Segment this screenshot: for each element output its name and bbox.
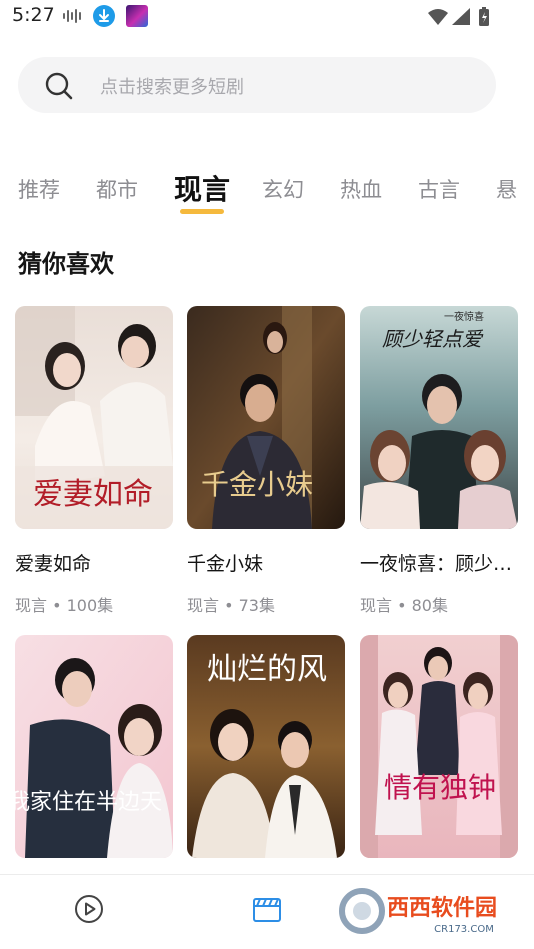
watermark-logo: 西西软件园 CR173.COM [334, 887, 514, 939]
search-bar[interactable]: 点击搜索更多短剧 [18, 57, 496, 113]
battery-icon [479, 7, 489, 26]
drama-meta: 现言 • 100集 [15, 596, 114, 615]
svg-text:CR173.COM: CR173.COM [434, 924, 494, 935]
drama-title[interactable]: 一夜惊喜：顾少轻点爱 [360, 549, 525, 576]
poster-title-text: 千金小妹 [201, 468, 313, 501]
tab-action[interactable]: 热血 [340, 174, 382, 204]
clapperboard-icon[interactable] [252, 897, 282, 927]
poster-title-text: 灿烂的风 [207, 652, 327, 687]
bottom-nav: 西西软件园 CR173.COM [0, 874, 534, 949]
tab-recommend[interactable]: 推荐 [18, 174, 60, 204]
poster-title-text: 爱妻如命 [33, 477, 153, 512]
drama-meta: 现言 • 73集 [187, 596, 275, 615]
signal-icon [452, 8, 470, 25]
tab-modern-romance[interactable]: 现言 [174, 168, 230, 208]
wifi-icon [428, 9, 448, 25]
drama-poster[interactable]: 灿烂的风 [187, 635, 345, 858]
audio-wave-icon [62, 8, 84, 28]
drama-poster[interactable]: 情有独钟 [360, 635, 518, 858]
download-icon [93, 5, 115, 27]
play-circle-icon[interactable] [74, 894, 104, 928]
drama-poster[interactable]: 一夜惊喜 顾少轻点爱 [360, 306, 518, 529]
tab-city[interactable]: 都市 [96, 174, 138, 204]
drama-poster[interactable]: 爱妻如命 [15, 306, 173, 529]
drama-title[interactable]: 千金小妹 [187, 549, 352, 576]
search-placeholder: 点击搜索更多短剧 [100, 77, 244, 98]
active-tab-indicator [180, 209, 224, 214]
tab-ancient-romance[interactable]: 古言 [418, 174, 460, 204]
status-bar: 5:27 [0, 0, 534, 34]
drama-meta: 现言 • 80集 [360, 596, 448, 615]
drama-poster[interactable]: 千金小妹 [187, 306, 345, 529]
tab-fantasy[interactable]: 玄幻 [262, 174, 304, 204]
poster-title-text: 情有独钟 [384, 771, 496, 804]
category-tabs: 推荐 都市 现言 玄幻 热血 古言 悬 [0, 168, 534, 218]
svg-text:西西软件园: 西西软件园 [387, 895, 497, 921]
status-icons [426, 6, 496, 32]
poster-title-text: 顾少轻点爱 [382, 327, 484, 351]
poster-subtitle-text: 一夜惊喜 [444, 310, 484, 323]
drama-title[interactable]: 爱妻如命 [15, 549, 180, 576]
tab-suspense[interactable]: 悬 [496, 174, 517, 204]
app-notification-icon [126, 5, 148, 27]
app-screen: 5:27 点击搜索更多短剧 推荐 都市 现言 玄幻 热血 古言 悬 猜你喜欢 爱… [0, 0, 534, 949]
search-icon [44, 71, 74, 105]
section-title: 猜你喜欢 [18, 250, 114, 278]
status-time: 5:27 [12, 4, 55, 26]
poster-title-text: 我家住在半边天 [15, 790, 162, 815]
drama-poster[interactable]: 我家住在半边天 [15, 635, 173, 858]
